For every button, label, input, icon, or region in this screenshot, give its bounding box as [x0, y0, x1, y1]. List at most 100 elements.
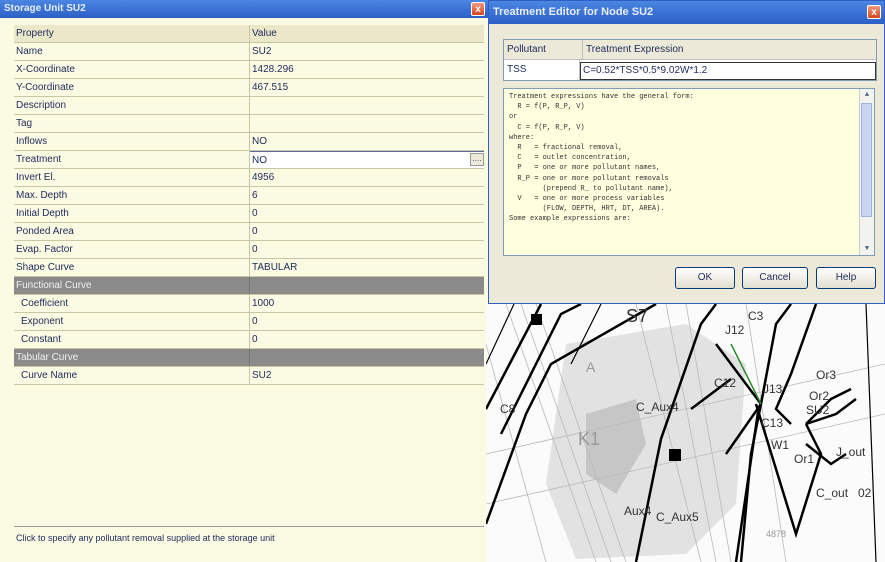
- column-header-expression: Treatment Expression: [586, 44, 684, 55]
- property-label: Constant: [14, 331, 250, 348]
- property-row-shape-curve[interactable]: Shape Curve TABULAR: [14, 259, 484, 277]
- map-label: Or2: [809, 389, 830, 403]
- property-label: Shape Curve: [14, 259, 250, 276]
- property-label: Curve Name: [14, 367, 250, 384]
- property-value[interactable]: 4956: [250, 169, 484, 186]
- scrollbar-thumb[interactable]: [861, 103, 872, 217]
- property-value[interactable]: SU2: [250, 367, 484, 384]
- treatment-help-text: Treatment expressions have the general f…: [503, 88, 875, 256]
- property-row-x-coordinate[interactable]: X-Coordinate 1428.296: [14, 61, 484, 79]
- node-marker: [531, 314, 542, 325]
- property-row-evap-factor[interactable]: Evap. Factor 0: [14, 241, 484, 259]
- column-header-value: Value: [252, 28, 277, 39]
- treatment-row-tss[interactable]: TSS: [504, 60, 876, 80]
- property-value[interactable]: [250, 115, 484, 132]
- property-value[interactable]: 0: [250, 313, 484, 330]
- map-label: S7: [626, 306, 649, 326]
- property-description-panel: Click to specify any pollutant removal s…: [14, 526, 484, 560]
- map-label: J12: [725, 323, 745, 337]
- property-label: Y-Coordinate: [14, 79, 250, 96]
- property-row-initial-depth[interactable]: Initial Depth 0: [14, 205, 484, 223]
- property-label: Evap. Factor: [14, 241, 250, 258]
- property-label: Invert El.: [14, 169, 250, 186]
- property-row-name[interactable]: Name SU2: [14, 43, 484, 61]
- map-label: C_out: [816, 486, 849, 500]
- storage-node-marker: [669, 449, 681, 461]
- scroll-down-icon[interactable]: ▼: [860, 243, 874, 255]
- column-header-pollutant: Pollutant: [504, 40, 583, 59]
- map-label: C13: [761, 416, 784, 430]
- property-label: Treatment: [14, 151, 250, 168]
- treatment-editor-dialog: Treatment Editor for Node SU2 x Pollutan…: [488, 0, 885, 304]
- property-row-coefficient[interactable]: Coefficient 1000: [14, 295, 484, 313]
- property-row-invert-elevation[interactable]: Invert El. 4956: [14, 169, 484, 187]
- property-value[interactable]: 0: [250, 241, 484, 258]
- treatment-ellipsis-button[interactable]: ....: [470, 153, 484, 166]
- treatment-table: Pollutant Treatment Expression TSS: [503, 39, 877, 81]
- property-row-ponded-area[interactable]: Ponded Area 0: [14, 223, 484, 241]
- map-label: Or1: [794, 452, 815, 466]
- category-tabular-curve[interactable]: Tabular Curve: [14, 349, 484, 367]
- property-value[interactable]: 0: [250, 331, 484, 348]
- property-value[interactable]: NO: [250, 133, 484, 150]
- property-label: Max. Depth: [14, 187, 250, 204]
- pollutant-name: TSS: [504, 60, 580, 80]
- map-label: J_out: [836, 445, 866, 459]
- property-value[interactable]: 0: [250, 205, 484, 222]
- property-row-exponent[interactable]: Exponent 0: [14, 313, 484, 331]
- property-value[interactable]: TABULAR: [250, 259, 484, 276]
- help-text-content: Treatment expressions have the general f…: [509, 93, 694, 224]
- property-grid-header: Property Value: [14, 25, 484, 43]
- property-row-curve-name[interactable]: Curve Name SU2: [14, 367, 484, 385]
- property-label: Name: [14, 43, 250, 60]
- network-map[interactable]: S7 C3 J12 Or3 Or2 SU2 C12 J13 C8 C_Aux4 …: [486, 304, 885, 562]
- property-value[interactable]: 6: [250, 187, 484, 204]
- property-label: Description: [14, 97, 250, 114]
- property-description-text: Click to specify any pollutant removal s…: [16, 533, 275, 543]
- property-row-y-coordinate[interactable]: Y-Coordinate 467.515: [14, 79, 484, 97]
- treatment-editor-title: Treatment Editor for Node SU2: [493, 6, 654, 18]
- cancel-button[interactable]: Cancel: [742, 267, 808, 289]
- property-value: NO: [252, 155, 267, 166]
- map-label: C_Aux4: [636, 400, 679, 414]
- map-label: A: [586, 359, 596, 375]
- category-label: Functional Curve: [14, 277, 250, 294]
- scroll-up-icon[interactable]: ▲: [860, 89, 874, 101]
- treatment-editor-titlebar[interactable]: Treatment Editor for Node SU2 x: [489, 1, 884, 24]
- help-button[interactable]: Help: [816, 267, 876, 289]
- property-row-tag[interactable]: Tag: [14, 115, 484, 133]
- property-row-max-depth[interactable]: Max. Depth 6: [14, 187, 484, 205]
- property-value[interactable]: SU2: [250, 43, 484, 60]
- property-label: X-Coordinate: [14, 61, 250, 78]
- property-row-description[interactable]: Description: [14, 97, 484, 115]
- terrain-area: [546, 324, 746, 559]
- property-value[interactable]: 1428.296: [250, 61, 484, 78]
- property-row-constant[interactable]: Constant 0: [14, 331, 484, 349]
- map-label: J13: [763, 382, 783, 396]
- property-value-treatment[interactable]: NO....: [250, 151, 484, 168]
- column-header-property: Property: [14, 25, 250, 42]
- help-scrollbar[interactable]: ▲ ▼: [859, 89, 874, 255]
- map-label: Or3: [816, 368, 837, 382]
- map-label: Aux4: [624, 504, 652, 518]
- expression-cell[interactable]: [580, 60, 876, 80]
- property-value[interactable]: 1000: [250, 295, 484, 312]
- close-icon[interactable]: x: [471, 2, 485, 16]
- property-editor-titlebar[interactable]: Storage Unit SU2 x: [0, 0, 488, 18]
- property-value[interactable]: 467.515: [250, 79, 484, 96]
- map-label: 4878: [766, 529, 787, 539]
- property-row-inflows[interactable]: Inflows NO: [14, 133, 484, 151]
- close-icon[interactable]: x: [867, 5, 881, 19]
- property-value[interactable]: 0: [250, 223, 484, 240]
- property-label: Initial Depth: [14, 205, 250, 222]
- treatment-expression-input[interactable]: [580, 61, 876, 80]
- ok-button[interactable]: OK: [675, 267, 735, 289]
- map-label: W1: [771, 438, 789, 452]
- property-editor-window: Storage Unit SU2 x Property Value Name SU…: [0, 0, 489, 562]
- property-label: Inflows: [14, 133, 250, 150]
- property-label: Exponent: [14, 313, 250, 330]
- property-value[interactable]: [250, 97, 484, 114]
- category-functional-curve[interactable]: Functional Curve: [14, 277, 484, 295]
- property-label: Ponded Area: [14, 223, 250, 240]
- property-row-treatment[interactable]: Treatment NO....: [14, 151, 484, 169]
